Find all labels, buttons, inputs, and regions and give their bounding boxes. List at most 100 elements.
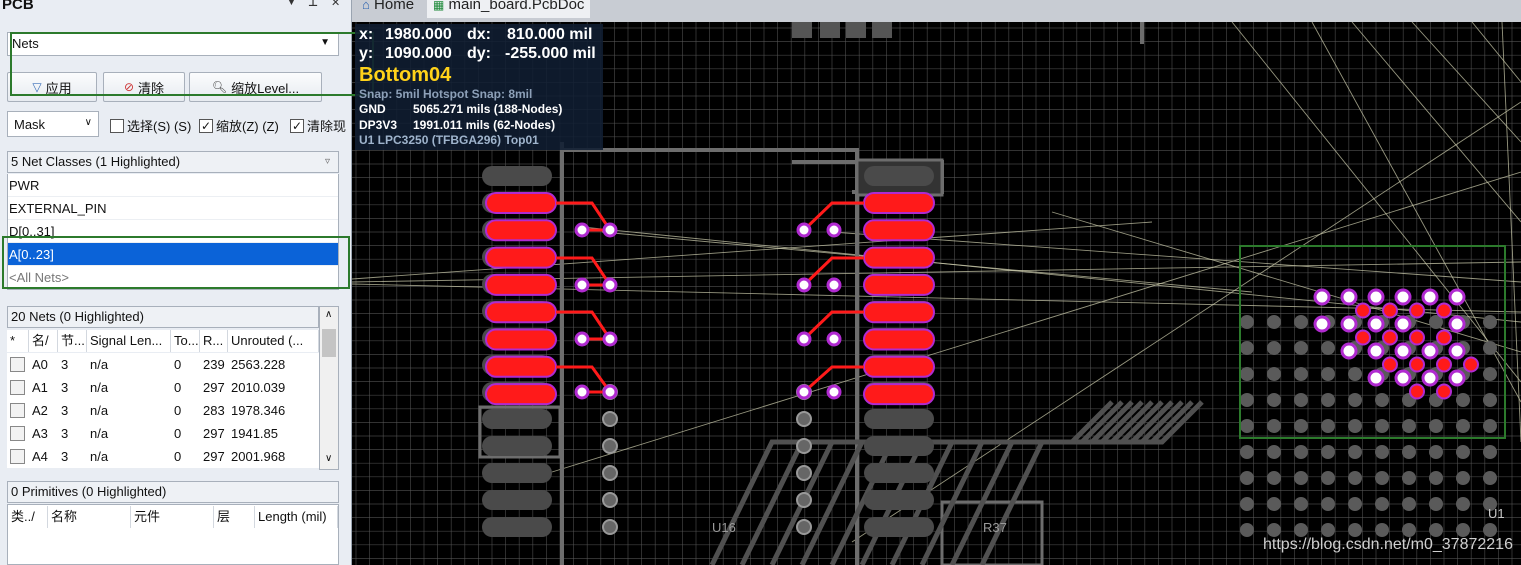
bga-ball [1483,471,1497,485]
tab-home[interactable]: ⌂ Home [356,0,420,18]
col-header[interactable]: 名/ [29,330,58,352]
clear-existing-checkbox[interactable]: ✓ 清除现 [290,116,346,135]
row-checkbox[interactable] [10,357,25,372]
col-header[interactable]: R... [200,330,228,352]
scrollbar-thumb[interactable] [322,329,336,357]
highlighted-pad [863,219,935,242]
smd-pad [792,22,812,38]
hud-component: U1 LPC3250 (TFBGA296) Top01 [359,133,539,147]
highlighted-pad [863,355,935,378]
table-cell-unrouted: 1978.346 [231,403,286,418]
tab-main-board[interactable]: ▦ main_board.PcbDoc [427,0,591,18]
highlighted-pad [863,328,935,351]
scroll-down-icon[interactable]: ∨ [325,453,332,464]
bga-ball [1375,471,1389,485]
hud-snap: Snap: 5mil Hotspot Snap: 8mil [359,87,533,101]
smd-pad [864,436,934,456]
mask-select[interactable]: Mask ∨ [7,111,99,137]
row-checkbox[interactable] [10,426,25,441]
col-header[interactable]: 元件 [131,506,214,528]
ratsnest-line [1351,22,1521,223]
highlighted-pad [485,246,557,269]
bga-ball [1267,445,1281,459]
col-header[interactable]: Signal Len... [87,330,171,352]
col-header[interactable]: Unrouted (... [228,330,319,352]
bga-ball [1321,497,1335,511]
bga-ball [1348,497,1362,511]
select-checkbox[interactable]: 选择(S) (S) [110,116,191,135]
bga-ball [1240,523,1254,537]
via [602,519,618,535]
designator-r37: R37 [983,520,1007,535]
close-icon[interactable]: ✕ [331,0,340,9]
table-cell-r: 297 [203,426,225,441]
row-checkbox-cell [7,445,29,468]
watermark: https://blog.csdn.net/m0_37872216 [1263,536,1513,553]
hud-layer: Bottom04 [359,64,452,86]
table-row[interactable]: A3 3 n/a 0 297 1941.85 [7,422,319,445]
row-checkbox[interactable] [10,380,25,395]
highlighted-pad [863,246,935,269]
checkmark-icon[interactable]: ✓ [290,118,304,133]
bga-ball [1267,497,1281,511]
table-row[interactable]: A2 3 n/a 0 283 1978.346 [7,399,319,422]
sort-icon[interactable]: ▿ [325,152,330,172]
bga-ball [1348,523,1362,537]
trace [919,400,1184,565]
via [602,465,618,481]
panel-title: PCB ▼ ⊥ ✕ [0,0,352,13]
bga-ball [1240,445,1254,459]
table-row[interactable]: A1 3 n/a 0 297 2010.039 [7,376,319,399]
bga-ball [1483,523,1497,537]
board-outline [560,22,1144,565]
highlighted-pad [485,273,557,296]
table-cell-signal: n/a [90,357,109,372]
nets-header: 20 Nets (0 Highlighted) [7,306,319,328]
zoom-checkbox[interactable]: ✓ 缩放(Z) (Z) [199,116,279,135]
table-row[interactable]: A4 3 n/a 0 297 2001.968 [7,445,319,468]
table-row[interactable]: A0 3 n/a 0 239 2563.228 [7,353,319,376]
bga-ball [1294,445,1308,459]
pin-icon[interactable]: ⊥ [308,0,318,9]
col-header[interactable]: Length (mil) [255,506,338,528]
home-icon: ⌂ [362,0,370,12]
highlighted-via [796,384,812,400]
table-cell-unrouted: 2010.039 [231,380,286,395]
ratsnest-line [1471,22,1521,83]
nets-scrollbar[interactable]: ∧ ∨ [319,306,339,470]
bga-ball [1267,523,1281,537]
smd-pad [864,409,934,429]
col-header[interactable]: 名称 [48,506,131,528]
annotation-box [2,236,350,289]
table-cell-signal: n/a [90,426,109,441]
via [796,411,812,427]
highlighted-pad [863,383,935,406]
bga-ball [1321,471,1335,485]
highlighted-via [602,277,618,293]
col-header[interactable]: 节... [58,330,87,352]
bga-ball [1375,523,1389,537]
table-cell-unrouted: 2001.968 [231,449,286,464]
highlighted-via [796,277,812,293]
smd-pad [482,436,552,456]
scroll-up-icon[interactable]: ∧ [325,309,332,320]
bga-ball [1402,523,1416,537]
highlighted-via [826,222,842,238]
highlighted-pad [863,273,935,296]
highlighted-pad [863,301,935,324]
col-header[interactable]: 类../ [8,506,48,528]
panel-menu-icon[interactable]: ▼ [286,0,297,8]
table-cell-nodes: 3 [61,380,69,395]
table-cell-r: 283 [203,403,225,418]
col-header[interactable]: * [7,330,29,352]
checkmark-icon[interactable]: ✓ [199,118,213,133]
col-header[interactable]: To... [171,330,200,352]
bga-ball [1429,523,1443,537]
row-checkbox[interactable] [10,403,25,418]
checkbox-box[interactable] [110,118,124,133]
row-checkbox[interactable] [10,449,25,464]
table-cell-to: 0 [174,426,182,441]
bga-ball [1294,523,1308,537]
col-header[interactable]: 层 [214,506,255,528]
table-cell-r: 297 [203,380,225,395]
